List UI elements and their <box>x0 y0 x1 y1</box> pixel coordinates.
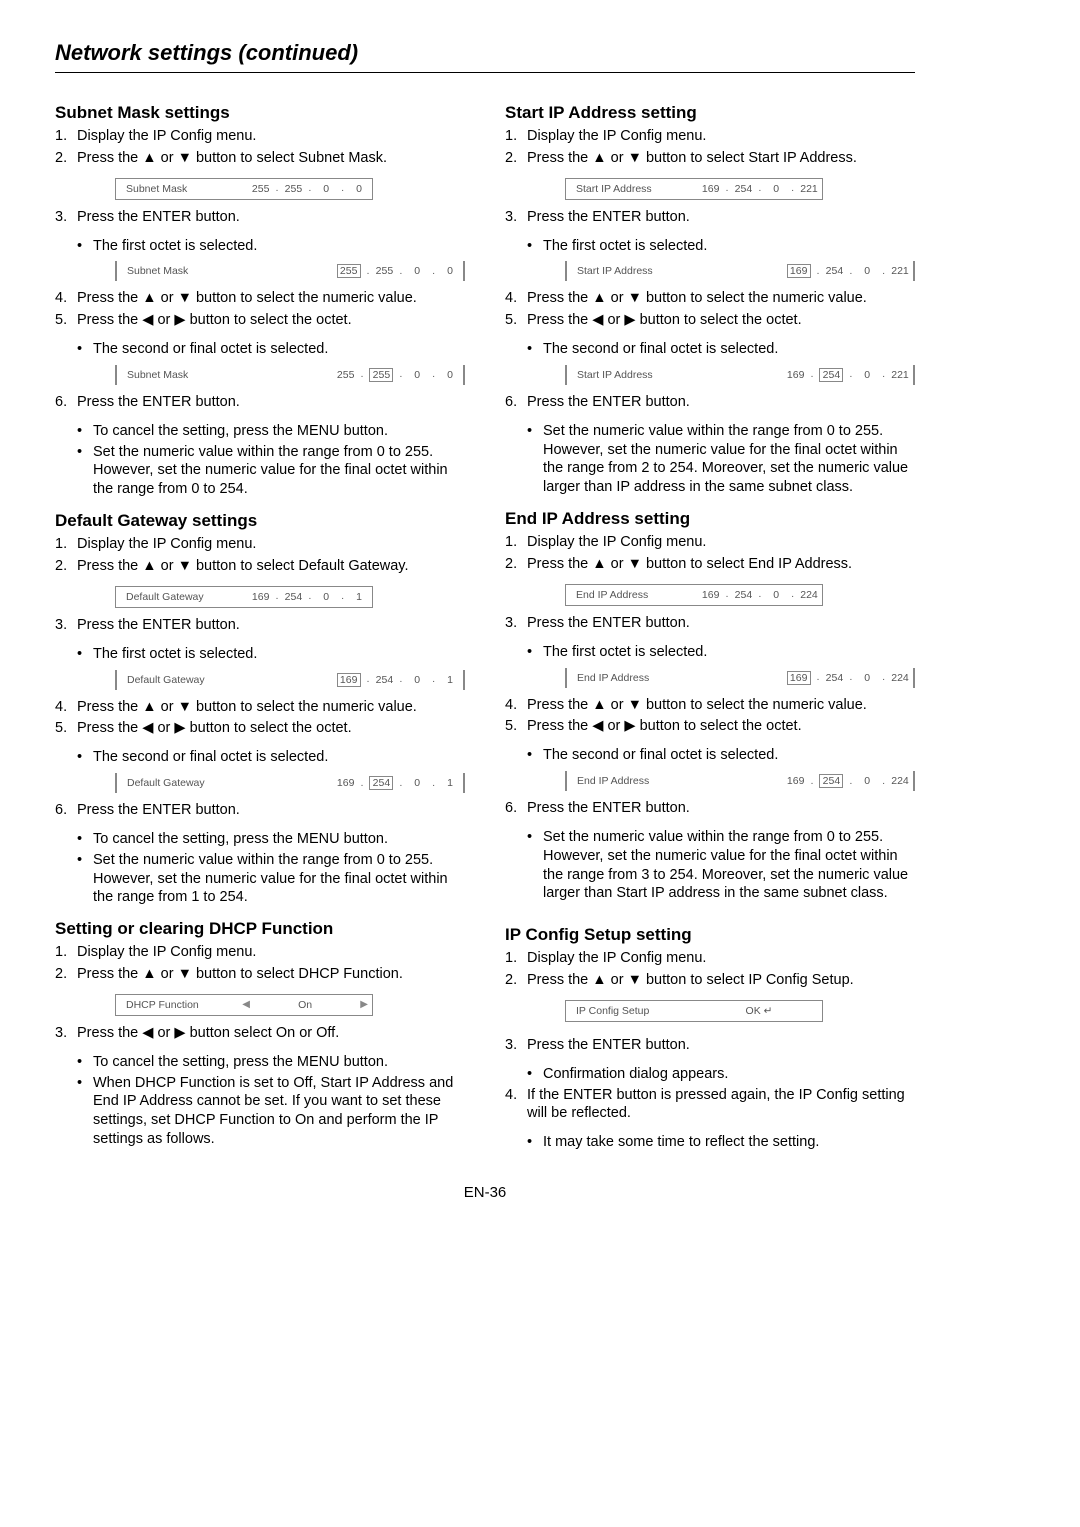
page-number: EN-36 <box>55 1184 915 1201</box>
bullet: The first octet is selected. <box>77 645 465 664</box>
bullet: Set the numeric value within the range f… <box>77 851 465 908</box>
bullet: It may take some time to reflect the set… <box>527 1133 915 1152</box>
step-text: Display the IP Config menu. <box>77 127 465 146</box>
section-title-dhcp: Setting or clearing DHCP Function <box>55 919 465 939</box>
step-text: Press the ▲ or ▼ button to select Defaul… <box>77 557 465 576</box>
step-text: Press the ◀ or ▶ button to select the oc… <box>527 311 915 330</box>
down-icon: ▼ <box>178 149 192 168</box>
bullet: Set the numeric value within the range f… <box>527 422 915 497</box>
step-text: Display the IP Config menu. <box>527 127 915 146</box>
osd-gateway-framed: Default Gateway 169.254.0.1 <box>115 586 373 608</box>
bullet: Set the numeric value within the range f… <box>77 443 465 500</box>
step-text: Press the ▲ or ▼ button to select the nu… <box>527 696 915 715</box>
bullet: The second or final octet is selected. <box>527 746 915 765</box>
bullet: The second or final octet is selected. <box>77 340 465 359</box>
osd-ipconfig: IP Config Setup OK ↵ <box>565 1000 823 1022</box>
osd-gateway-sel2: Default Gateway 169.254.0.1 <box>115 773 465 793</box>
osd-subnet-sel2: Subnet Mask 255.255.0.0 <box>115 365 465 385</box>
section-title-subnet: Subnet Mask settings <box>55 103 465 123</box>
osd-endip-framed: End IP Address 169.254.0.224 <box>565 584 823 606</box>
section-title-startip: Start IP Address setting <box>505 103 915 123</box>
right-icon: ▶ <box>360 999 368 1010</box>
step-text: Press the ENTER button. <box>77 208 465 227</box>
osd-endip-sel1: End IP Address 169.254.0.224 <box>565 668 915 688</box>
section-title-endip: End IP Address setting <box>505 509 915 529</box>
bullet: To cancel the setting, press the MENU bu… <box>77 1053 465 1072</box>
step-text: Press the ENTER button. <box>527 614 915 633</box>
bullet: The first octet is selected. <box>527 237 915 256</box>
bullet: Set the numeric value within the range f… <box>527 828 915 903</box>
step-text: If the ENTER button is pressed again, th… <box>527 1086 915 1124</box>
step-text: Press the ENTER button. <box>527 208 915 227</box>
bullet: To cancel the setting, press the MENU bu… <box>77 422 465 441</box>
page-title: Network settings (continued) <box>55 40 915 73</box>
osd-endip-sel2: End IP Address 169.254.0.224 <box>565 771 915 791</box>
bullet: The first octet is selected. <box>77 237 465 256</box>
down-icon: ▼ <box>178 289 192 308</box>
columns: Subnet Mask settings 1.Display the IP Co… <box>55 91 915 1154</box>
step-text: Display the IP Config menu. <box>77 943 465 962</box>
osd-startip-sel2: Start IP Address 169.254.0.221 <box>565 365 915 385</box>
step-text: Display the IP Config menu. <box>77 535 465 554</box>
step-text: Press the ▲ or ▼ button to select the nu… <box>527 289 915 308</box>
left-icon: ◀ <box>142 311 153 330</box>
step-text: Press the ◀ or ▶ button select On or Off… <box>77 1024 465 1043</box>
step-text: Press the ◀ or ▶ button to select the oc… <box>527 717 915 736</box>
bullet: The second or final octet is selected. <box>77 748 465 767</box>
step-text: Display the IP Config menu. <box>527 949 915 968</box>
step-text: Press the ▲ or ▼ button to select Start … <box>527 149 915 168</box>
right-column: Start IP Address setting 1.Display the I… <box>505 91 915 1154</box>
step-text: Press the ▲ or ▼ button to select DHCP F… <box>77 965 465 984</box>
bullet: The first octet is selected. <box>527 643 915 662</box>
step-text: Press the ENTER button. <box>77 801 465 820</box>
up-icon: ▲ <box>142 289 156 308</box>
section-title-ipconfig: IP Config Setup setting <box>505 925 915 945</box>
step-text: Press the ENTER button. <box>527 393 915 412</box>
step-text: Press the ▲ or ▼ button to select the nu… <box>77 289 465 308</box>
osd-dhcp: DHCP Function ◀ On ▶ <box>115 994 373 1016</box>
osd-startip-framed: Start IP Address 169.254.0.221 <box>565 178 823 200</box>
left-column: Subnet Mask settings 1.Display the IP Co… <box>55 91 465 1154</box>
step-text: Press the ◀ or ▶ button to select the oc… <box>77 311 465 330</box>
step-text: Press the ENTER button. <box>527 799 915 818</box>
osd-subnet-sel1: Subnet Mask 255.255.0.0 <box>115 261 465 281</box>
osd-startip-sel1: Start IP Address 169.254.0.221 <box>565 261 915 281</box>
osd-gateway-sel1: Default Gateway 169.254.0.1 <box>115 670 465 690</box>
step-text: Press the ▲ or ▼ button to select Subnet… <box>77 149 465 168</box>
osd-label: Subnet Mask <box>120 181 248 197</box>
up-icon: ▲ <box>142 149 156 168</box>
steps-subnet: 1.Display the IP Config menu. 2.Press th… <box>55 127 465 168</box>
step-text: Display the IP Config menu. <box>527 533 915 552</box>
right-icon: ▶ <box>174 311 185 330</box>
step-text: Press the ENTER button. <box>77 393 465 412</box>
step-text: Press the ▲ or ▼ button to select IP Con… <box>527 971 915 990</box>
step-text: Press the ▲ or ▼ button to select the nu… <box>77 698 465 717</box>
step-text: Press the ▲ or ▼ button to select End IP… <box>527 555 915 574</box>
step-text: Press the ◀ or ▶ button to select the oc… <box>77 719 465 738</box>
section-title-gateway: Default Gateway settings <box>55 511 465 531</box>
bullet: When DHCP Function is set to Off, Start … <box>77 1074 465 1149</box>
bullet: To cancel the setting, press the MENU bu… <box>77 830 465 849</box>
bullet: The second or final octet is selected. <box>527 340 915 359</box>
step-text: Press the ENTER button. <box>77 616 465 635</box>
osd-subnet-framed: Subnet Mask 255.255.0.0 <box>115 178 373 200</box>
left-icon: ◀ <box>242 999 250 1010</box>
step-text: Press the ENTER button. <box>527 1036 915 1055</box>
bullet: Confirmation dialog appears. <box>527 1065 915 1084</box>
